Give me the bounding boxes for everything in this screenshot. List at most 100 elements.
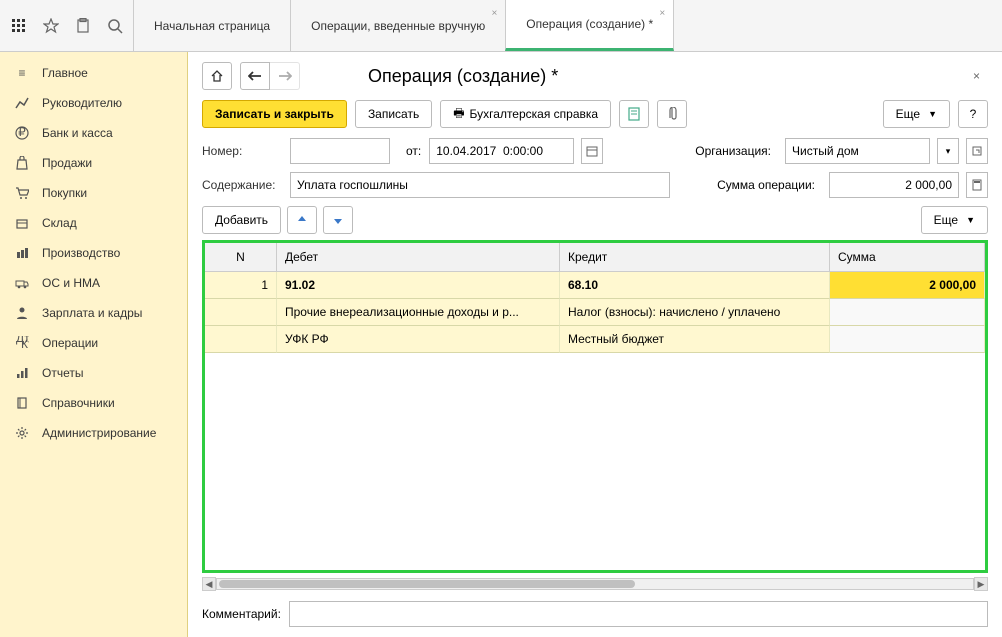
table-header: N Дебет Кредит Сумма [205, 243, 985, 272]
scroll-track[interactable] [216, 578, 974, 590]
home-button[interactable] [202, 62, 232, 90]
sidebar-item-salary[interactable]: Зарплата и кадры [0, 298, 187, 328]
report-icon [14, 365, 30, 381]
button-label: Еще [896, 107, 920, 121]
cell-debit-analytics1[interactable]: Прочие внереализационные доходы и р... [277, 299, 560, 326]
back-button[interactable] [240, 62, 270, 90]
horizontal-scrollbar[interactable]: ◀ ▶ [202, 577, 988, 591]
star-icon[interactable] [42, 17, 60, 35]
save-close-button[interactable]: Записать и закрыть [202, 100, 347, 128]
action-toolbar: Записать и закрыть Записать 🖶 Бухгалтерск… [202, 100, 988, 128]
help-button[interactable]: ? [958, 100, 988, 128]
col-header-n[interactable]: N [205, 243, 277, 271]
content-input[interactable] [290, 172, 670, 198]
box-icon [14, 215, 30, 231]
forward-button[interactable] [270, 62, 300, 90]
sidebar-item-catalogs[interactable]: Справочники [0, 388, 187, 418]
scroll-left-button[interactable]: ◀ [202, 577, 216, 591]
cell-debit-analytics2[interactable]: УФК РФ [277, 326, 560, 353]
table-row[interactable]: УФК РФ Местный бюджет [205, 326, 985, 353]
search-icon[interactable] [106, 17, 124, 35]
save-button[interactable]: Записать [355, 100, 432, 128]
sidebar-item-label: Производство [42, 246, 120, 260]
comment-input[interactable] [289, 601, 988, 627]
sidebar-item-label: Продажи [42, 156, 92, 170]
move-down-button[interactable] [323, 206, 353, 234]
scroll-right-button[interactable]: ▶ [974, 577, 988, 591]
move-up-button[interactable] [287, 206, 317, 234]
tab-home[interactable]: Начальная страница [133, 0, 291, 51]
cell-n[interactable]: 1 [205, 272, 277, 299]
sidebar-item-production[interactable]: Производство [0, 238, 187, 268]
svg-text:₽: ₽ [18, 126, 26, 139]
cell-credit-analytics1[interactable]: Налог (взносы): начислено / уплачено [560, 299, 830, 326]
more-button[interactable]: Еще ▼ [883, 100, 950, 128]
tab-operations-list[interactable]: Операции, введенные вручную× [290, 0, 506, 51]
form-row-content: Содержание: Сумма операции: [202, 172, 988, 198]
doc-button[interactable] [619, 100, 649, 128]
sidebar-item-bank[interactable]: ₽ Банк и касса [0, 118, 187, 148]
sidebar-item-os-nma[interactable]: ОС и НМА [0, 268, 187, 298]
sidebar-item-label: Администрирование [42, 426, 156, 440]
sidebar-item-main[interactable]: ≡Главное [0, 58, 187, 88]
gear-icon [14, 425, 30, 441]
add-button[interactable]: Добавить [202, 206, 281, 234]
sidebar-item-label: Справочники [42, 396, 115, 410]
attach-button[interactable] [657, 100, 687, 128]
cell-sum[interactable]: 2 000,00 [830, 272, 985, 299]
sidebar-item-stock[interactable]: Склад [0, 208, 187, 238]
col-header-credit[interactable]: Кредит [560, 243, 830, 271]
sidebar-item-admin[interactable]: Администрирование [0, 418, 187, 448]
open-button[interactable] [966, 138, 988, 164]
date-input[interactable] [429, 138, 574, 164]
dropdown-button[interactable]: ▾ [937, 138, 959, 164]
close-icon[interactable]: × [659, 8, 665, 19]
col-header-sum[interactable]: Сумма [830, 243, 985, 271]
cell-n-empty [205, 299, 277, 326]
table-more-button[interactable]: Еще▼ [921, 206, 988, 234]
calculator-button[interactable] [966, 172, 988, 198]
button-label: Бухгалтерская справка [470, 107, 599, 121]
cell-sum-empty [830, 299, 985, 326]
sidebar-item-label: ОС и НМА [42, 276, 100, 290]
apps-icon[interactable] [10, 17, 28, 35]
table-row[interactable]: 1 91.02 68.10 2 000,00 [205, 272, 985, 299]
sidebar-item-manager[interactable]: Руководителю [0, 88, 187, 118]
cell-credit-analytics2[interactable]: Местный бюджет [560, 326, 830, 353]
printer-icon: 🖶 [453, 104, 464, 125]
table-row[interactable]: Прочие внереализационные доходы и р... Н… [205, 299, 985, 326]
number-input[interactable] [290, 138, 390, 164]
close-button[interactable]: × [965, 65, 988, 87]
factory-icon [14, 245, 30, 261]
sidebar-item-sales[interactable]: Продажи [0, 148, 187, 178]
cell-debit-account[interactable]: 91.02 [277, 272, 560, 299]
sidebar-item-operations[interactable]: ДтКтОперации [0, 328, 187, 358]
sidebar-item-purchases[interactable]: Покупки [0, 178, 187, 208]
sum-input[interactable] [829, 172, 959, 198]
org-input[interactable] [785, 138, 930, 164]
content: Операция (создание) * × Записать и закры… [188, 52, 1002, 637]
scroll-thumb[interactable] [219, 580, 635, 588]
sidebar-item-label: Банк и касса [42, 126, 113, 140]
comment-label: Комментарий: [202, 607, 281, 621]
print-reference-button[interactable]: 🖶 Бухгалтерская справка [440, 100, 611, 128]
calendar-button[interactable] [581, 138, 603, 164]
clipboard-icon[interactable] [74, 17, 92, 35]
sidebar-item-label: Зарплата и кадры [42, 306, 142, 320]
org-label: Организация: [695, 144, 771, 158]
close-icon[interactable]: × [491, 8, 497, 19]
content-label: Содержание: [202, 178, 282, 192]
tab-operation-create[interactable]: Операция (создание) *× [505, 0, 674, 51]
top-icons [0, 0, 134, 51]
cell-credit-account[interactable]: 68.10 [560, 272, 830, 299]
operation-icon: ДтКт [14, 335, 30, 351]
sidebar-item-label: Покупки [42, 186, 87, 200]
sidebar: ≡Главное Руководителю ₽ Банк и касса Прод… [0, 52, 188, 637]
sidebar-item-label: Склад [42, 216, 77, 230]
sidebar-item-label: Отчеты [42, 366, 83, 380]
chevron-down-icon: ▼ [928, 109, 937, 119]
sidebar-item-reports[interactable]: Отчеты [0, 358, 187, 388]
bag-icon [14, 155, 30, 171]
cell-sum-empty [830, 326, 985, 353]
col-header-debit[interactable]: Дебет [277, 243, 560, 271]
